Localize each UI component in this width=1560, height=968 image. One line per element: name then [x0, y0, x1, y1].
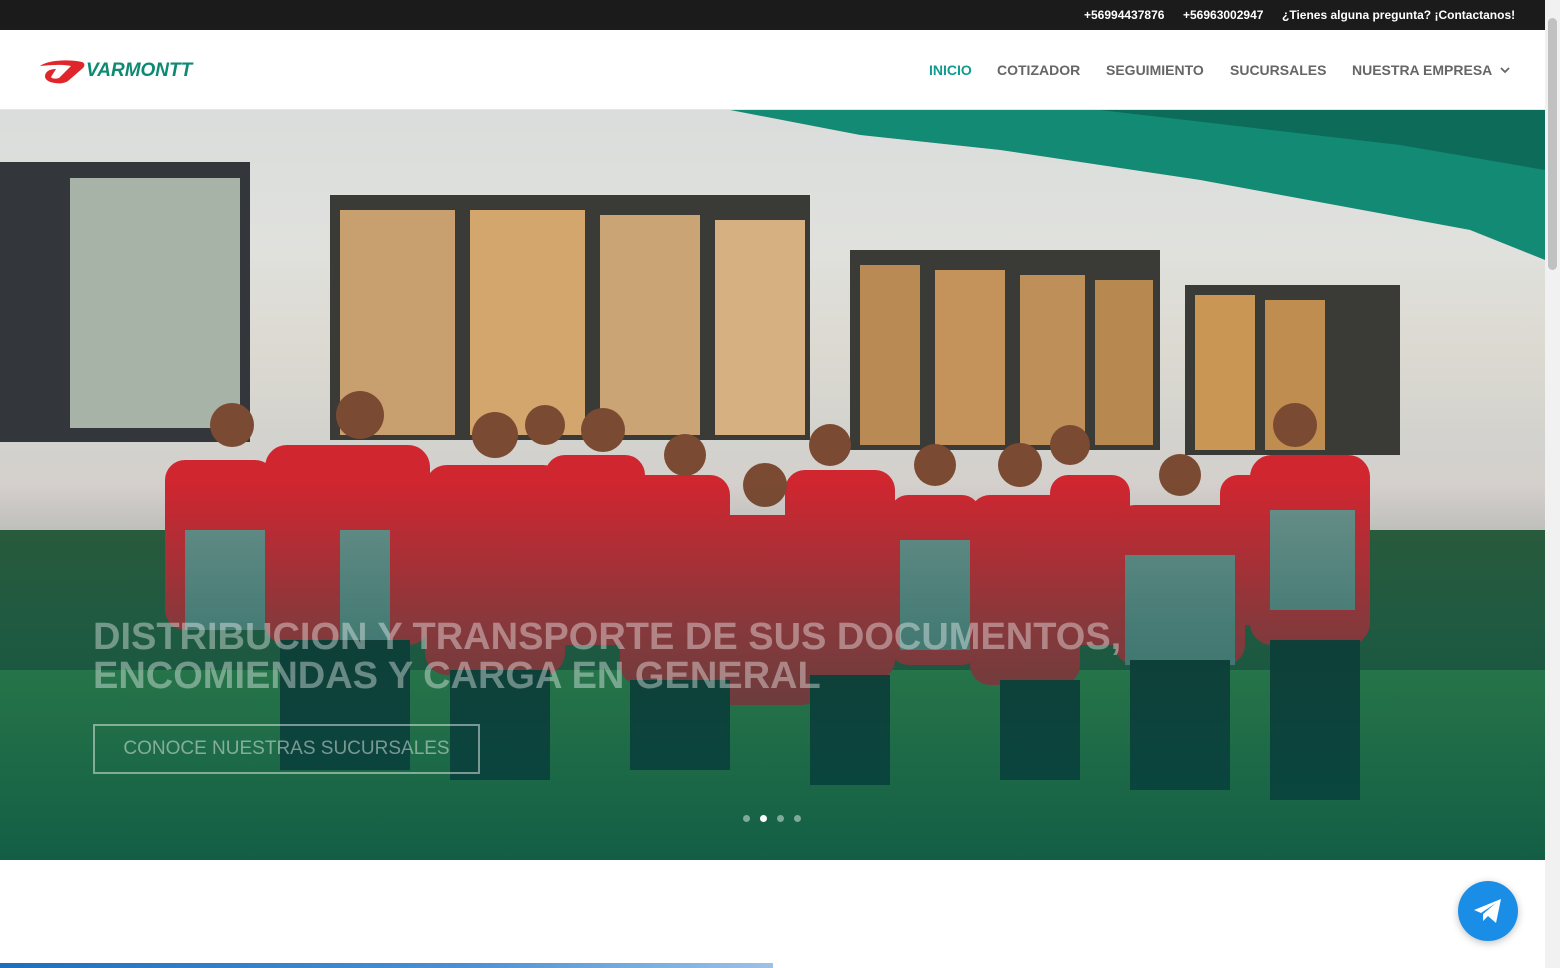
- phone-link-2[interactable]: +56963002947: [1183, 8, 1263, 22]
- logo-mark-icon: [40, 60, 85, 84]
- slider-dot-1[interactable]: [743, 815, 750, 822]
- telegram-icon: [1474, 899, 1501, 923]
- scrollbar-thumb[interactable]: [1548, 18, 1557, 270]
- branches-button[interactable]: CONOCE NUESTRAS SUCURSALES: [93, 724, 480, 774]
- chevron-down-icon[interactable]: [1500, 65, 1510, 75]
- hero-slider: DISTRIBUCION Y TRANSPORTE DE SUS DOCUMEN…: [0, 110, 1545, 860]
- logo-text: VARMONTT: [86, 60, 193, 81]
- slider-dot-4[interactable]: [794, 815, 801, 822]
- phone-link-1[interactable]: +56994437876: [1084, 8, 1164, 22]
- hero-title: DISTRIBUCION Y TRANSPORTE DE SUS DOCUMEN…: [93, 616, 1122, 697]
- telegram-button[interactable]: [1458, 881, 1518, 941]
- nav-nuestra-empresa[interactable]: NUESTRA EMPRESA: [1352, 62, 1492, 78]
- top-bar: +56994437876 +56963002947 ¿Tienes alguna…: [0, 0, 1545, 30]
- nav-seguimiento[interactable]: SEGUIMIENTO: [1106, 62, 1204, 78]
- slider-dot-2[interactable]: [760, 815, 767, 822]
- section-image-preview: [0, 963, 773, 968]
- site-header: VARMONTT INICIO COTIZADOR SEGUIMIENTO SU…: [0, 30, 1545, 110]
- contact-link[interactable]: ¿Tienes alguna pregunta? ¡Contactanos!: [1282, 8, 1515, 22]
- nav-sucursales[interactable]: SUCURSALES: [1230, 62, 1326, 78]
- slider-dot-3[interactable]: [777, 815, 784, 822]
- nav-inicio[interactable]: INICIO: [929, 62, 972, 78]
- scrollbar[interactable]: [1545, 0, 1560, 968]
- nav-cotizador[interactable]: COTIZADOR: [997, 62, 1080, 78]
- logo[interactable]: VARMONTT: [38, 57, 220, 85]
